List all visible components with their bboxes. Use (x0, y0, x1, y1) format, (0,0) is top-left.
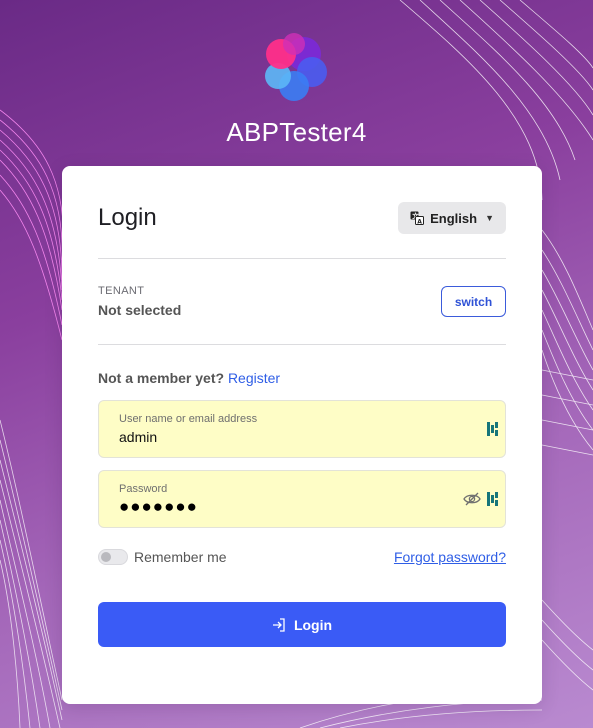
caret-down-icon: ▼ (485, 213, 494, 223)
username-label: User name or email address (119, 413, 258, 425)
language-label: English (430, 210, 478, 226)
remember-row: Remember me Forgot password? (98, 546, 506, 568)
password-label: Password (119, 483, 168, 495)
password-manager-icon[interactable] (487, 421, 499, 437)
username-input[interactable]: admin (119, 429, 485, 445)
login-card: Login 文 A English ▼ TENANT Not selected … (62, 166, 542, 704)
register-row: Not a member yet? Register (98, 370, 506, 386)
card-header: Login 文 A English ▼ (98, 202, 506, 234)
divider (98, 344, 506, 345)
app-name: ABPTester4 (226, 117, 367, 147)
password-input[interactable]: ●●●●●●● (119, 497, 485, 517)
register-link[interactable]: Register (228, 370, 280, 386)
translate-icon: 文 A (410, 211, 425, 225)
remember-me-label: Remember me (134, 549, 227, 565)
abp-logo-icon (264, 33, 327, 101)
username-field[interactable]: User name or email address admin (98, 400, 506, 458)
forgot-password-link[interactable]: Forgot password? (394, 549, 506, 565)
password-field[interactable]: Password ●●●●●●● (98, 470, 506, 528)
page-title: Login (98, 204, 157, 231)
remember-me-toggle[interactable] (98, 549, 128, 565)
field-icons (463, 491, 499, 507)
tenant-value: Not selected (98, 302, 182, 318)
switch-tenant-button[interactable]: switch (441, 286, 506, 317)
tenant-section: TENANT Not selected switch (98, 259, 506, 344)
brand: ABPTester4 (0, 32, 593, 148)
register-prompt: Not a member yet? (98, 370, 225, 386)
login-icon (272, 617, 285, 632)
field-icons (487, 421, 499, 437)
tenant-label: TENANT (98, 285, 145, 297)
login-button-label: Login (293, 616, 333, 633)
remember-me[interactable]: Remember me (98, 549, 227, 565)
password-manager-icon[interactable] (487, 491, 499, 507)
svg-text:A: A (417, 218, 422, 225)
login-button[interactable]: Login (98, 602, 506, 647)
language-dropdown[interactable]: 文 A English ▼ (398, 202, 506, 234)
eye-off-icon[interactable] (463, 491, 481, 507)
